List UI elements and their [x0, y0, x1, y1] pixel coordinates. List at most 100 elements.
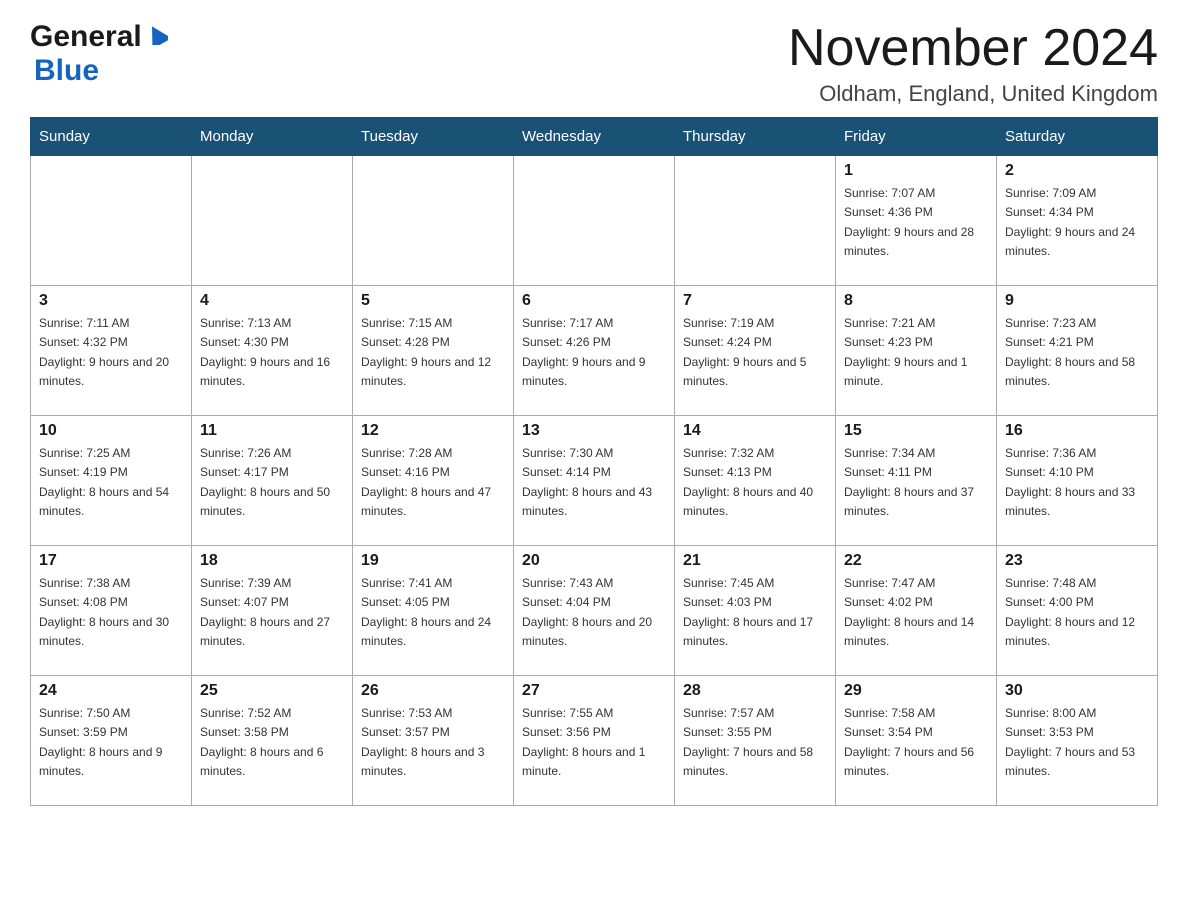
calendar-cell: 8 Sunrise: 7:21 AMSunset: 4:23 PMDaylight… — [836, 286, 997, 416]
calendar-week-row: 1 Sunrise: 7:07 AMSunset: 4:36 PMDaylight… — [31, 156, 1158, 286]
calendar-header: SundayMondayTuesdayWednesdayThursdayFrid… — [31, 118, 1158, 156]
calendar-cell: 5Sunrise: 7:15 AMSunset: 4:28 PMDaylight… — [353, 286, 514, 416]
day-info: Sunrise: 7:25 AMSunset: 4:19 PMDaylight:… — [39, 444, 183, 521]
calendar-body: 1 Sunrise: 7:07 AMSunset: 4:36 PMDaylight… — [31, 156, 1158, 806]
day-number: 7 — [683, 292, 827, 310]
day-info: Sunrise: 7:58 AMSunset: 3:54 PMDaylight:… — [844, 704, 988, 781]
day-number: 2 — [1005, 162, 1149, 180]
calendar-cell: 18Sunrise: 7:39 AMSunset: 4:07 PMDayligh… — [192, 546, 353, 676]
day-number: 1 — [844, 162, 988, 180]
day-number: 6 — [522, 292, 666, 310]
day-info: Sunrise: 7:57 AMSunset: 3:55 PMDaylight:… — [683, 704, 827, 781]
weekday-header-tuesday: Tuesday — [353, 118, 514, 156]
day-number: 23 — [1005, 552, 1149, 570]
calendar-cell: 28Sunrise: 7:57 AMSunset: 3:55 PMDayligh… — [675, 676, 836, 806]
day-info: Sunrise: 7:43 AMSunset: 4:04 PMDaylight:… — [522, 574, 666, 651]
calendar-cell: 3 Sunrise: 7:11 AMSunset: 4:32 PMDaylight… — [31, 286, 192, 416]
day-info: Sunrise: 7:30 AMSunset: 4:14 PMDaylight:… — [522, 444, 666, 521]
weekday-header-friday: Friday — [836, 118, 997, 156]
day-number: 13 — [522, 422, 666, 440]
day-info: Sunrise: 7:21 AMSunset: 4:23 PMDaylight:… — [844, 314, 988, 391]
day-number: 18 — [200, 552, 344, 570]
weekday-header-monday: Monday — [192, 118, 353, 156]
day-number: 4 — [200, 292, 344, 310]
calendar-cell: 2Sunrise: 7:09 AMSunset: 4:34 PMDaylight… — [997, 156, 1158, 286]
calendar-cell: 6 Sunrise: 7:17 AMSunset: 4:26 PMDaylight… — [514, 286, 675, 416]
calendar-cell: 23Sunrise: 7:48 AMSunset: 4:00 PMDayligh… — [997, 546, 1158, 676]
weekday-header-wednesday: Wednesday — [514, 118, 675, 156]
calendar-week-row: 17 Sunrise: 7:38 AMSunset: 4:08 PMDayligh… — [31, 546, 1158, 676]
calendar-cell — [675, 156, 836, 286]
day-info: Sunrise: 7:53 AMSunset: 3:57 PMDaylight:… — [361, 704, 505, 781]
day-info: Sunrise: 7:17 AMSunset: 4:26 PMDaylight:… — [522, 314, 666, 391]
calendar-cell: 30Sunrise: 8:00 AMSunset: 3:53 PMDayligh… — [997, 676, 1158, 806]
calendar-cell: 29 Sunrise: 7:58 AMSunset: 3:54 PMDayligh… — [836, 676, 997, 806]
calendar-week-row: 3 Sunrise: 7:11 AMSunset: 4:32 PMDaylight… — [31, 286, 1158, 416]
day-info: Sunrise: 7:36 AMSunset: 4:10 PMDaylight:… — [1005, 444, 1149, 521]
day-info: Sunrise: 7:23 AMSunset: 4:21 PMDaylight:… — [1005, 314, 1149, 391]
day-number: 24 — [39, 682, 183, 700]
weekday-header-row: SundayMondayTuesdayWednesdayThursdayFrid… — [31, 118, 1158, 156]
calendar-cell: 26 Sunrise: 7:53 AMSunset: 3:57 PMDayligh… — [353, 676, 514, 806]
day-info: Sunrise: 7:34 AMSunset: 4:11 PMDaylight:… — [844, 444, 988, 521]
day-number: 12 — [361, 422, 505, 440]
calendar-table: SundayMondayTuesdayWednesdayThursdayFrid… — [30, 117, 1158, 806]
day-info: Sunrise: 7:55 AMSunset: 3:56 PMDaylight:… — [522, 704, 666, 781]
calendar-cell: 20Sunrise: 7:43 AMSunset: 4:04 PMDayligh… — [514, 546, 675, 676]
calendar-cell: 13 Sunrise: 7:30 AMSunset: 4:14 PMDayligh… — [514, 416, 675, 546]
day-info: Sunrise: 7:41 AMSunset: 4:05 PMDaylight:… — [361, 574, 505, 651]
calendar-week-row: 24 Sunrise: 7:50 AMSunset: 3:59 PMDayligh… — [31, 676, 1158, 806]
title-area: November 2024 Oldham, England, United Ki… — [788, 20, 1158, 107]
day-number: 19 — [361, 552, 505, 570]
calendar-cell — [192, 156, 353, 286]
calendar-cell: 7 Sunrise: 7:19 AMSunset: 4:24 PMDaylight… — [675, 286, 836, 416]
day-number: 3 — [39, 292, 183, 310]
logo-triangle-icon — [146, 25, 168, 50]
calendar-cell: 17 Sunrise: 7:38 AMSunset: 4:08 PMDayligh… — [31, 546, 192, 676]
calendar-cell: 21 Sunrise: 7:45 AMSunset: 4:03 PMDayligh… — [675, 546, 836, 676]
logo: General Blue — [30, 20, 168, 88]
calendar-cell — [353, 156, 514, 286]
day-number: 25 — [200, 682, 344, 700]
calendar-cell: 24 Sunrise: 7:50 AMSunset: 3:59 PMDayligh… — [31, 676, 192, 806]
day-info: Sunrise: 7:28 AMSunset: 4:16 PMDaylight:… — [361, 444, 505, 521]
calendar-cell — [31, 156, 192, 286]
day-number: 17 — [39, 552, 183, 570]
calendar-cell: 16 Sunrise: 7:36 AMSunset: 4:10 PMDayligh… — [997, 416, 1158, 546]
day-number: 16 — [1005, 422, 1149, 440]
day-info: Sunrise: 7:38 AMSunset: 4:08 PMDaylight:… — [39, 574, 183, 651]
day-info: Sunrise: 7:11 AMSunset: 4:32 PMDaylight:… — [39, 314, 183, 391]
location-subtitle: Oldham, England, United Kingdom — [788, 81, 1158, 107]
day-info: Sunrise: 7:32 AMSunset: 4:13 PMDaylight:… — [683, 444, 827, 521]
day-number: 21 — [683, 552, 827, 570]
day-info: Sunrise: 7:45 AMSunset: 4:03 PMDaylight:… — [683, 574, 827, 651]
day-number: 26 — [361, 682, 505, 700]
day-info: Sunrise: 7:15 AMSunset: 4:28 PMDaylight:… — [361, 314, 505, 391]
day-info: Sunrise: 7:50 AMSunset: 3:59 PMDaylight:… — [39, 704, 183, 781]
day-number: 22 — [844, 552, 988, 570]
calendar-cell: 15 Sunrise: 7:34 AMSunset: 4:11 PMDayligh… — [836, 416, 997, 546]
calendar-cell: 27Sunrise: 7:55 AMSunset: 3:56 PMDayligh… — [514, 676, 675, 806]
day-info: Sunrise: 7:47 AMSunset: 4:02 PMDaylight:… — [844, 574, 988, 651]
day-info: Sunrise: 7:19 AMSunset: 4:24 PMDaylight:… — [683, 314, 827, 391]
calendar-cell: 10 Sunrise: 7:25 AMSunset: 4:19 PMDayligh… — [31, 416, 192, 546]
calendar-cell — [514, 156, 675, 286]
calendar-cell: 14 Sunrise: 7:32 AMSunset: 4:13 PMDayligh… — [675, 416, 836, 546]
logo-blue-text: Blue — [34, 54, 99, 87]
day-number: 14 — [683, 422, 827, 440]
weekday-header-thursday: Thursday — [675, 118, 836, 156]
day-number: 8 — [844, 292, 988, 310]
weekday-header-saturday: Saturday — [997, 118, 1158, 156]
header: General Blue November 2024 Oldham, Engla… — [30, 20, 1158, 107]
day-info: Sunrise: 7:07 AMSunset: 4:36 PMDaylight:… — [844, 184, 988, 261]
day-info: Sunrise: 7:26 AMSunset: 4:17 PMDaylight:… — [200, 444, 344, 521]
calendar-cell: 22 Sunrise: 7:47 AMSunset: 4:02 PMDayligh… — [836, 546, 997, 676]
calendar-cell: 19 Sunrise: 7:41 AMSunset: 4:05 PMDayligh… — [353, 546, 514, 676]
calendar-cell: 1 Sunrise: 7:07 AMSunset: 4:36 PMDaylight… — [836, 156, 997, 286]
day-number: 10 — [39, 422, 183, 440]
calendar-cell: 25Sunrise: 7:52 AMSunset: 3:58 PMDayligh… — [192, 676, 353, 806]
logo-general-text: General — [30, 20, 142, 54]
day-number: 15 — [844, 422, 988, 440]
calendar-cell: 4Sunrise: 7:13 AMSunset: 4:30 PMDaylight… — [192, 286, 353, 416]
day-number: 29 — [844, 682, 988, 700]
